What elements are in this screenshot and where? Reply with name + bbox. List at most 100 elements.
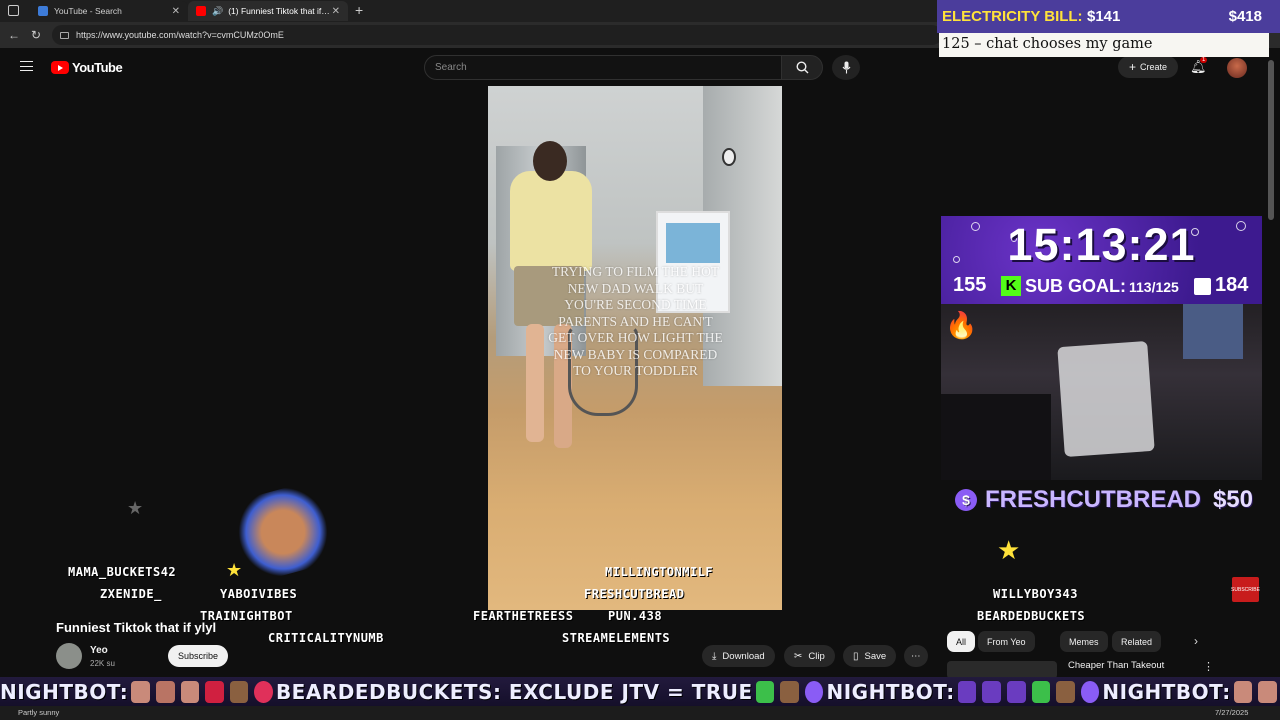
star-icon: ★ <box>997 535 1021 565</box>
video-person-head <box>533 141 567 181</box>
new-tab-button[interactable]: + <box>355 2 363 18</box>
chip-from-channel[interactable]: From Yeo <box>978 631 1035 652</box>
tab-youtube-search[interactable]: YouTube - Search ✕ <box>30 1 188 21</box>
electricity-label: ELECTRICITY BILL: <box>942 8 1083 25</box>
ticker-message: NIGHTBOT: <box>826 679 955 704</box>
search-icon <box>795 61 808 74</box>
star-icon: ★ <box>127 498 144 518</box>
search-button[interactable] <box>781 55 823 80</box>
electricity-goal: $418 <box>1228 8 1262 25</box>
ticker-message: NIGHTBOT: <box>0 679 129 704</box>
left-count: 155 <box>953 274 987 296</box>
chat-username: ZXENIDE_ <box>100 587 162 601</box>
emote-icon <box>957 680 977 703</box>
chevron-right-icon[interactable]: › <box>1194 634 1198 648</box>
kick-icon: K <box>1001 276 1021 296</box>
chat-ticker: NIGHTBOT: BEARDEDBUCKETS: EXCLUDE JTV = … <box>0 677 1280 706</box>
url-text: https://www.youtube.com/watch?v=cvmCUMz0… <box>76 30 284 40</box>
emote-icon <box>1056 680 1075 703</box>
sub-goal-note: 125 – chat chooses my game <box>939 33 1269 57</box>
menu-icon[interactable] <box>20 61 33 71</box>
more-actions-button[interactable]: ⋯ <box>904 645 928 667</box>
stream-timer: 15:13:21 <box>1007 219 1196 270</box>
recommendation-title[interactable]: Cheaper Than Takeout <box>1068 660 1164 671</box>
emote-icon <box>1258 680 1277 703</box>
heart-icon <box>254 680 273 703</box>
chat-username: PUN.438 <box>608 609 663 623</box>
chip-all[interactable]: All <box>947 631 976 652</box>
reload-icon[interactable]: ↻ <box>31 28 41 42</box>
tab-video[interactable]: 🔊 (1) Funniest Tiktok that if ylyl ✕ <box>188 1 348 21</box>
checkmark-icon <box>755 680 775 703</box>
channel-avatar[interactable] <box>56 643 82 669</box>
weather-widget[interactable]: Partly sunny <box>18 708 59 717</box>
chat-username: MAMA_BUCKETS42 <box>68 565 177 579</box>
emote-icon <box>229 680 249 703</box>
voice-search-button[interactable] <box>832 55 860 80</box>
youtube-logo-text: YouTube <box>72 60 123 75</box>
speaker-icon[interactable]: 🔊 <box>212 6 223 17</box>
window-menu-icon[interactable] <box>8 5 19 16</box>
tab-label: (1) Funniest Tiktok that if ylyl <box>228 6 332 16</box>
chip-related[interactable]: Related <box>1112 631 1162 652</box>
scissors-icon: ✂ <box>794 650 803 662</box>
emote-icon <box>982 680 1001 703</box>
star-icon: ★ <box>226 560 243 580</box>
tab-favicon-icon <box>38 6 48 16</box>
back-arrow-icon[interactable]: ← <box>8 28 20 42</box>
lock-icon <box>60 31 69 39</box>
bookmark-icon: ▯ <box>853 650 859 662</box>
twitch-icon <box>1194 278 1211 295</box>
emote-face-image <box>228 479 338 585</box>
chat-username: STREAMELEMENTS <box>562 631 671 645</box>
sub-goal-value: 113/125 <box>1129 279 1179 295</box>
more-vertical-icon[interactable]: ⋮ <box>1203 660 1214 673</box>
create-button[interactable]: + Create <box>1118 56 1178 78</box>
chip-memes[interactable]: Memes <box>1060 631 1108 652</box>
ticker-message: BEARDEDBUCKETS: EXCLUDE JTV = TRUE <box>275 679 753 704</box>
emote-icon <box>1080 680 1100 703</box>
close-tab-icon[interactable]: ✕ <box>172 6 180 17</box>
download-button[interactable]: ⤓ Download <box>702 645 775 667</box>
fire-icon: 🔥 <box>945 310 978 340</box>
emote-icon <box>1006 680 1026 703</box>
sub-goal-row: 155 K SUB GOAL: 113/125 184 <box>941 273 1262 301</box>
channel-subscriber-count: 22K su <box>90 659 115 668</box>
emote-icon <box>131 680 150 703</box>
emote-icon <box>180 680 200 703</box>
donor-name: FRESHCUTBREAD <box>985 486 1201 513</box>
electricity-current: $141 <box>1087 8 1121 25</box>
more-horizontal-icon: ⋯ <box>911 650 921 662</box>
clip-button[interactable]: ✂ Clip <box>784 645 835 667</box>
tab-label: YouTube - Search <box>54 6 122 16</box>
url-input[interactable]: https://www.youtube.com/watch?v=cvmCUMz0… <box>52 25 942 45</box>
youtube-logo[interactable]: YouTube <box>51 60 123 75</box>
donation-amount: $50 <box>1212 486 1253 513</box>
os-taskbar: Partly sunny 7/27/2025 <box>0 706 1280 720</box>
channel-name[interactable]: Yeo <box>90 645 108 656</box>
chat-username: WILLYBOY343 <box>993 587 1078 601</box>
account-avatar[interactable] <box>1227 58 1247 78</box>
search-input[interactable]: Search <box>424 55 782 80</box>
page-scrollbar[interactable] <box>1268 60 1274 220</box>
webcam-feed: 🔥 <box>941 304 1262 480</box>
subscribe-button[interactable]: Subscribe <box>168 645 228 667</box>
webcam-poster <box>1183 304 1243 359</box>
close-tab-icon[interactable]: ✕ <box>332 6 340 17</box>
video-scene-clock <box>722 148 736 166</box>
video-title: Funniest Tiktok that if ylyl <box>56 620 217 635</box>
ticker-message: NIGHTBOT: <box>1102 679 1231 704</box>
save-button[interactable]: ▯ Save <box>843 645 897 667</box>
save-label: Save <box>864 650 887 662</box>
emote-icon <box>155 680 175 703</box>
chat-username: BEARDEDBUCKETS <box>977 609 1086 623</box>
video-caption: TRYING TO FILM THE HOT NEW DAD WALK BUT … <box>548 264 723 378</box>
donation-alert: $ FRESHCUTBREAD $50 <box>955 484 1265 516</box>
subscribe-badge: SUBSCRIBE <box>1231 577 1260 602</box>
chat-username: MILLINGTONMILF <box>605 565 714 579</box>
video-player[interactable]: TRYING TO FILM THE HOT NEW DAD WALK BUT … <box>488 86 782 610</box>
download-icon: ⤓ <box>712 650 717 662</box>
emote-icon <box>1233 680 1253 703</box>
chat-username: YABOIVIBES <box>220 587 298 601</box>
taskbar-date: 7/27/2025 <box>1215 708 1249 717</box>
